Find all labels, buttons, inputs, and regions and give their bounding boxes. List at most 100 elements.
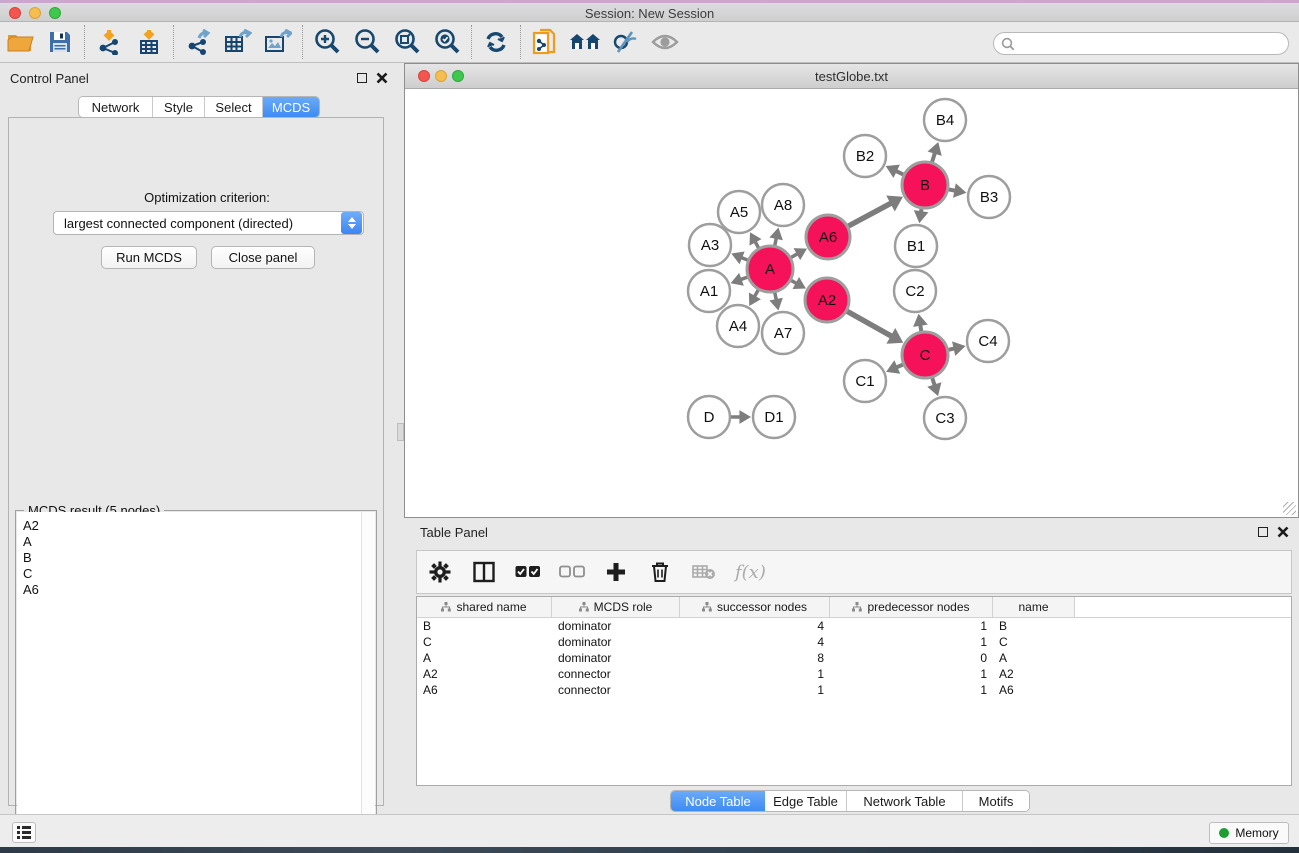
run-mcds-button[interactable]: Run MCDS bbox=[101, 246, 197, 269]
column-header-label: shared name bbox=[456, 600, 526, 614]
memory-button[interactable]: Memory bbox=[1209, 822, 1289, 844]
node-label: B3 bbox=[980, 189, 998, 206]
graph-node-B2[interactable]: B2 bbox=[844, 135, 886, 177]
result-list-item[interactable]: A bbox=[23, 534, 363, 550]
export-network-icon[interactable] bbox=[178, 24, 218, 60]
zoom-in-icon[interactable] bbox=[307, 24, 347, 60]
resize-grip-icon[interactable] bbox=[1283, 502, 1296, 515]
result-scrollbar[interactable] bbox=[361, 512, 375, 853]
close-panel-button[interactable]: Close panel bbox=[211, 246, 315, 269]
column-header-shared-name[interactable]: shared name bbox=[417, 597, 552, 617]
graph-node-A3[interactable]: A3 bbox=[689, 224, 731, 266]
delete-table-icon bbox=[691, 559, 717, 585]
duplicate-network-icon[interactable] bbox=[525, 24, 565, 60]
task-history-button[interactable] bbox=[12, 822, 36, 843]
close-panel-icon[interactable] bbox=[1277, 526, 1289, 538]
table-panel-title: Table Panel bbox=[420, 525, 488, 540]
column-header-label: successor nodes bbox=[717, 600, 807, 614]
deselect-all-icon[interactable] bbox=[559, 559, 585, 585]
table-row[interactable]: A2connector11A2 bbox=[417, 666, 1291, 682]
settings-gear-icon[interactable] bbox=[427, 559, 453, 585]
graph-node-A5[interactable]: A5 bbox=[718, 191, 760, 233]
graph-node-C3[interactable]: C3 bbox=[924, 397, 966, 439]
search-input[interactable] bbox=[993, 32, 1289, 55]
export-table-icon[interactable] bbox=[218, 24, 258, 60]
graph-node-C4[interactable]: C4 bbox=[967, 320, 1009, 362]
node-label: A bbox=[765, 261, 775, 278]
open-session-icon[interactable] bbox=[0, 24, 40, 60]
result-list-item[interactable]: A6 bbox=[23, 582, 363, 598]
edge-arrowhead-icon bbox=[953, 183, 966, 198]
tab-style[interactable]: Style bbox=[153, 97, 205, 117]
graph-node-A1[interactable]: A1 bbox=[688, 270, 730, 312]
node-label: A8 bbox=[774, 197, 792, 214]
graph-node-C[interactable]: C bbox=[902, 332, 948, 378]
graph-node-C2[interactable]: C2 bbox=[894, 270, 936, 312]
select-all-icon[interactable] bbox=[515, 559, 541, 585]
tab-network[interactable]: Network bbox=[79, 97, 153, 117]
network-canvas[interactable]: A A2 A6 B C A1A3 A4 A5 A7 A8 B1 B2 B3 B4 C1 C2 C3C4 D D1 bbox=[405, 89, 1298, 517]
import-table-icon[interactable] bbox=[129, 24, 169, 60]
desktop-background-bottom bbox=[0, 847, 1299, 853]
table-row[interactable]: Bdominator41B bbox=[417, 618, 1291, 634]
zoom-fit-icon[interactable] bbox=[387, 24, 427, 60]
table-cell: 0 bbox=[830, 650, 993, 666]
column-header-name[interactable]: name bbox=[993, 597, 1075, 617]
tab-node-table[interactable]: Node Table bbox=[671, 791, 765, 811]
column-header-predecessor-nodes[interactable]: predecessor nodes bbox=[830, 597, 993, 617]
save-session-icon[interactable] bbox=[40, 24, 80, 60]
zoom-out-icon[interactable] bbox=[347, 24, 387, 60]
graph-node-A8[interactable]: A8 bbox=[762, 184, 804, 226]
float-panel-icon[interactable] bbox=[1258, 527, 1268, 537]
column-header-successor-nodes[interactable]: successor nodes bbox=[680, 597, 830, 617]
graph-node-B3[interactable]: B3 bbox=[968, 176, 1010, 218]
graph-node-A6[interactable]: A6 bbox=[806, 215, 850, 259]
hide-selected-icon[interactable] bbox=[605, 24, 645, 60]
delete-column-icon[interactable] bbox=[647, 559, 673, 585]
edge-A6-B[interactable] bbox=[848, 203, 892, 227]
node-label: C bbox=[920, 347, 931, 364]
network-window-titlebar[interactable]: testGlobe.txt bbox=[405, 64, 1298, 89]
tab-motifs[interactable]: Motifs bbox=[963, 791, 1029, 811]
refresh-layout-icon[interactable] bbox=[476, 24, 516, 60]
result-list-item[interactable]: B bbox=[23, 550, 363, 566]
tab-select[interactable]: Select bbox=[205, 97, 263, 117]
graph-node-A4[interactable]: A4 bbox=[717, 305, 759, 347]
graph-node-A7[interactable]: A7 bbox=[762, 312, 804, 354]
graph-node-B[interactable]: B bbox=[902, 162, 948, 208]
table-row[interactable]: A6connector11A6 bbox=[417, 682, 1291, 698]
table-row[interactable]: Cdominator41C bbox=[417, 634, 1291, 650]
node-label: B4 bbox=[936, 112, 954, 129]
close-panel-icon[interactable] bbox=[376, 72, 388, 84]
tab-mcds[interactable]: MCDS bbox=[263, 97, 319, 117]
table-cell: 8 bbox=[680, 650, 830, 666]
graph-node-C1[interactable]: C1 bbox=[844, 360, 886, 402]
graph-node-B4[interactable]: B4 bbox=[924, 99, 966, 141]
toolbar-separator bbox=[520, 25, 521, 59]
graph-node-A2[interactable]: A2 bbox=[805, 278, 849, 322]
add-column-icon[interactable] bbox=[603, 559, 629, 585]
first-neighbors-icon[interactable] bbox=[565, 24, 605, 60]
column-header-MCDS-role[interactable]: MCDS role bbox=[552, 597, 680, 617]
import-network-icon[interactable] bbox=[89, 24, 129, 60]
result-list-item[interactable]: C bbox=[23, 566, 363, 582]
criterion-select[interactable]: largest connected component (directed) bbox=[53, 211, 364, 235]
edge-A2-C[interactable] bbox=[847, 311, 893, 337]
graph-node-A[interactable]: A bbox=[747, 246, 793, 292]
graph-node-B1[interactable]: B1 bbox=[895, 225, 937, 267]
edge-arrowhead-icon bbox=[913, 314, 928, 327]
tab-network-table[interactable]: Network Table bbox=[847, 791, 963, 811]
zoom-selected-icon[interactable] bbox=[427, 24, 467, 60]
table-row[interactable]: Adominator80A bbox=[417, 650, 1291, 666]
show-all-icon[interactable] bbox=[645, 24, 685, 60]
column-view-icon[interactable] bbox=[471, 559, 497, 585]
application-window: Session: New Session bbox=[0, 0, 1299, 853]
graph-node-D1[interactable]: D1 bbox=[753, 396, 795, 438]
panel-divider-handle[interactable] bbox=[397, 423, 404, 441]
float-panel-icon[interactable] bbox=[357, 73, 367, 83]
tab-edge-table[interactable]: Edge Table bbox=[765, 791, 847, 811]
table-tabs: Node TableEdge TableNetwork TableMotifs bbox=[670, 790, 1030, 812]
graph-node-D[interactable]: D bbox=[688, 396, 730, 438]
export-image-icon[interactable] bbox=[258, 24, 298, 60]
result-list-item[interactable]: A2 bbox=[23, 518, 363, 534]
